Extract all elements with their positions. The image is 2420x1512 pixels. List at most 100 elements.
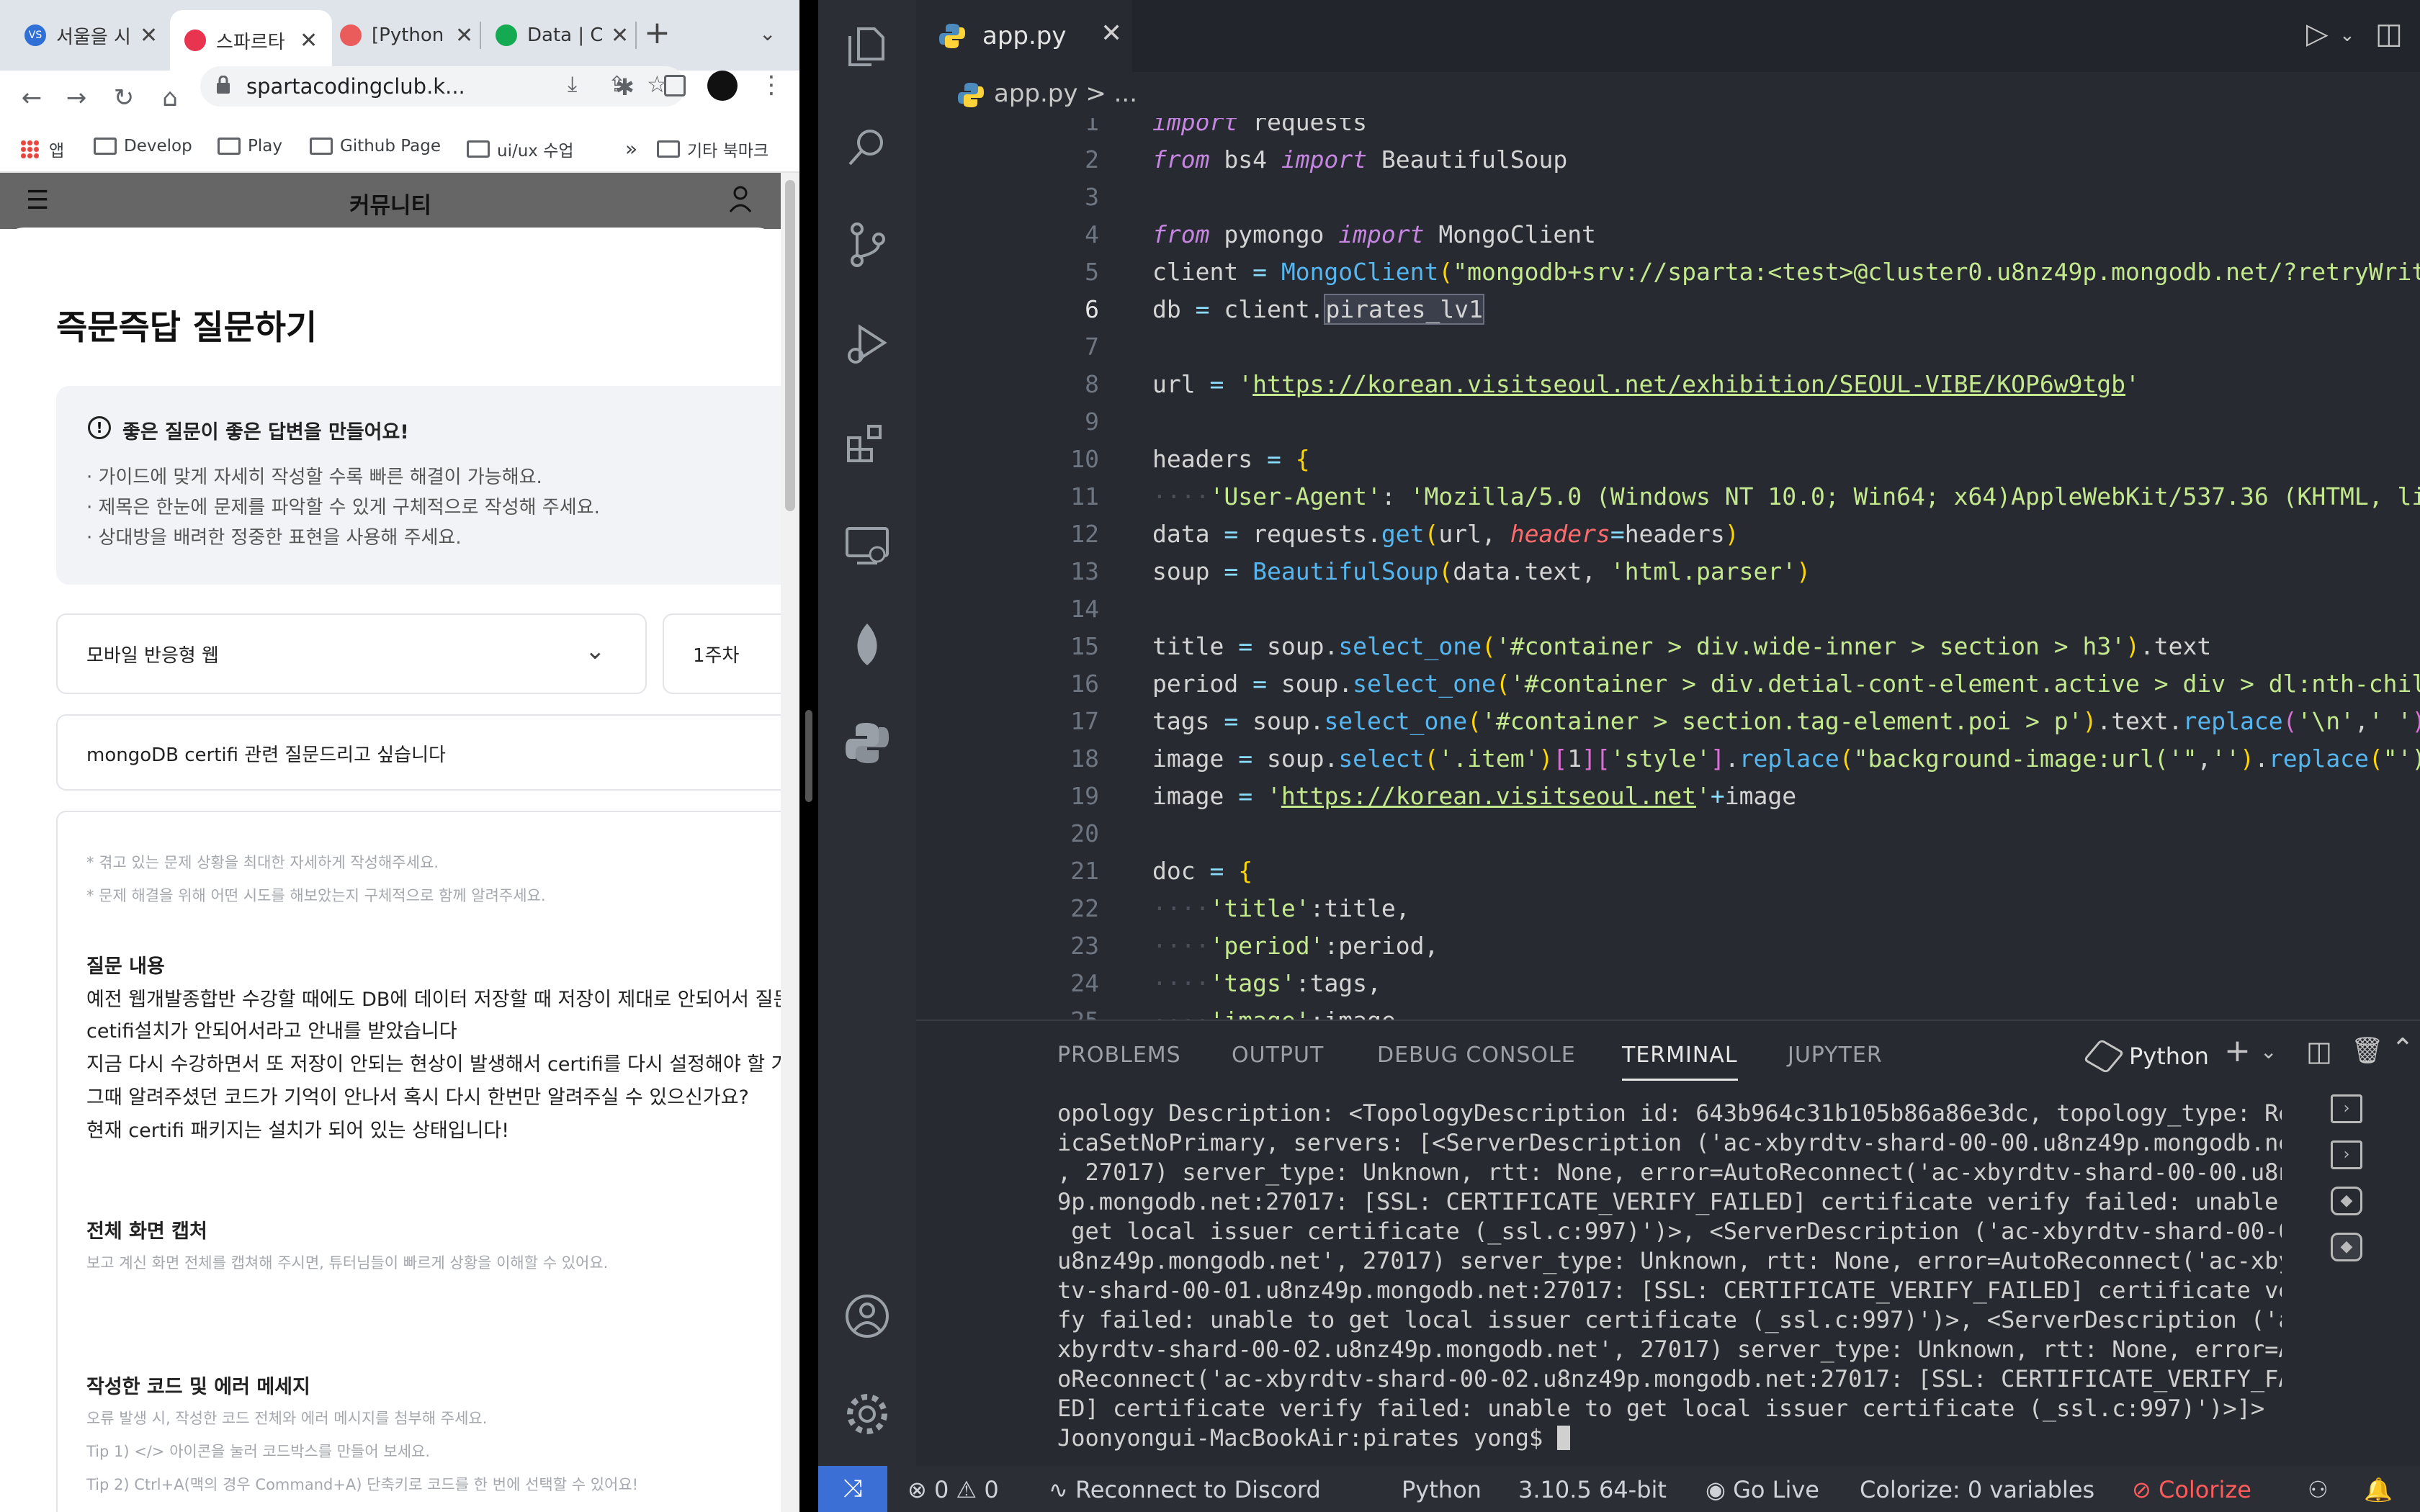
- colorize-variables[interactable]: Colorize: 0 variables: [1860, 1476, 2094, 1503]
- code-line[interactable]: 20: [916, 819, 2420, 857]
- code-line[interactable]: 24 ····'tags':tags,: [916, 969, 2420, 1007]
- code-line[interactable]: 1 import requests: [916, 118, 2420, 145]
- close-icon[interactable]: ✕: [1101, 19, 1122, 48]
- accounts-icon[interactable]: [843, 1292, 892, 1341]
- terminal-dropdown-chevron-icon[interactable]: ⌄: [2260, 1040, 2277, 1063]
- bookmark-folder-develop[interactable]: Develop: [94, 137, 192, 156]
- side-panel-icon[interactable]: [664, 75, 686, 96]
- code-line[interactable]: 3: [916, 183, 2420, 220]
- bookmark-folder-play[interactable]: Play: [218, 137, 282, 156]
- tab-problems[interactable]: PROBLEMS: [1057, 1043, 1181, 1068]
- question-body-editor[interactable]: * 겪고 있는 문제 상황을 최대한 자세하게 작성해주세요. * 문제 해결을…: [56, 811, 781, 1512]
- course-select[interactable]: 모바일 반응형 웹 ⌄: [56, 613, 647, 694]
- close-tab-icon[interactable]: ✕: [455, 23, 473, 48]
- code-line[interactable]: 12 data = requests.get(url, headers=heade…: [916, 520, 2420, 557]
- code-line[interactable]: 22 ····'title':title,: [916, 894, 2420, 932]
- terminal-instance-icon[interactable]: ›: [2331, 1094, 2362, 1123]
- maximize-panel-chevron-up-icon[interactable]: ⌃: [2391, 1032, 2414, 1064]
- explorer-files-icon[interactable]: [843, 22, 892, 71]
- trash-icon[interactable]: 🗑: [2351, 1035, 2384, 1066]
- terminal-prompt[interactable]: Joonyongui-MacBookAir:pirates yong$: [1057, 1423, 2282, 1453]
- back-arrow-icon[interactable]: ←: [14, 84, 49, 112]
- python-cube-icon[interactable]: ◆: [2331, 1187, 2362, 1215]
- colorize-toggle[interactable]: ⊘ Colorize: [2132, 1476, 2251, 1503]
- breadcrumb-path[interactable]: app.py > ...: [994, 79, 1137, 108]
- run-python-play-icon[interactable]: ▷: [2306, 17, 2329, 50]
- discord-status[interactable]: ∿ Reconnect to Discord: [1049, 1476, 1321, 1503]
- run-debug-icon[interactable]: [843, 320, 892, 369]
- browser-tab-visitseoul[interactable]: VS 서울을 시 ✕: [10, 10, 172, 60]
- terminal-output[interactable]: opology Description: <TopologyDescriptio…: [1057, 1099, 2282, 1459]
- week-select[interactable]: 1주차: [663, 613, 781, 694]
- chrome-menu-icon[interactable]: ⋮: [759, 71, 784, 99]
- remote-explorer-icon[interactable]: [843, 521, 892, 570]
- new-terminal-plus-icon[interactable]: +: [2224, 1032, 2251, 1069]
- code-line[interactable]: 16 period = soup.select_one('#container >…: [916, 670, 2420, 707]
- browser-tab-python[interactable]: [Python ✕: [326, 10, 488, 60]
- code-line[interactable]: 19 image = 'https://korean.visitseoul.net…: [916, 782, 2420, 819]
- user-profile-icon[interactable]: [727, 184, 753, 213]
- forward-arrow-icon[interactable]: →: [59, 84, 94, 112]
- code-line[interactable]: 14: [916, 595, 2420, 632]
- tab-debug-console[interactable]: DEBUG CONSOLE: [1377, 1043, 1576, 1068]
- code-line[interactable]: 8 url = 'https://korean.visitseoul.net/ex…: [916, 370, 2420, 408]
- code-line[interactable]: 13 soup = BeautifulSoup(data.text, 'html.…: [916, 557, 2420, 595]
- mongodb-leaf-icon[interactable]: [843, 621, 892, 670]
- install-icon[interactable]: ⤓: [568, 72, 577, 97]
- code-line[interactable]: 10 headers = {: [916, 445, 2420, 482]
- scrollbar-thumb[interactable]: [785, 180, 795, 511]
- reload-icon[interactable]: ↻: [107, 84, 141, 112]
- source-control-icon[interactable]: [843, 220, 892, 269]
- extensions-puzzle-icon[interactable]: ✱: [615, 73, 635, 101]
- split-grip[interactable]: [805, 710, 812, 802]
- code-line[interactable]: 21 doc = {: [916, 857, 2420, 894]
- close-tab-icon[interactable]: ✕: [140, 23, 158, 48]
- browser-tab-sparta[interactable]: 스파르타 ✕: [170, 10, 333, 71]
- tab-output[interactable]: OUTPUT: [1232, 1043, 1324, 1068]
- feedback-icon[interactable]: ⚇: [2308, 1476, 2329, 1503]
- bookmarks-overflow-button[interactable]: »: [625, 137, 637, 161]
- notifications-bell-icon[interactable]: 🔔: [2364, 1476, 2393, 1503]
- split-editor-icon[interactable]: ◫: [2375, 17, 2403, 50]
- code-line[interactable]: 6 db = client.pirates_lv1: [916, 294, 2420, 333]
- bookmark-folder-uiux[interactable]: ui/ux 수업: [467, 137, 574, 161]
- code-line[interactable]: 2 from bs4 import BeautifulSoup: [916, 145, 2420, 183]
- settings-gear-icon[interactable]: [843, 1390, 892, 1439]
- code-line[interactable]: 25 ····'image':image: [916, 1007, 2420, 1020]
- search-icon[interactable]: [843, 122, 892, 171]
- problems-status[interactable]: ⊗ 0 ⚠ 0: [908, 1476, 999, 1503]
- code-line[interactable]: 7: [916, 333, 2420, 370]
- address-bar[interactable]: spartacodingclub.k... ⤓ ⇪ ☆: [200, 66, 686, 107]
- close-tab-icon[interactable]: ✕: [300, 28, 318, 53]
- browser-tab-mongodb[interactable]: Data | C ✕: [481, 10, 643, 60]
- bookmark-folder-github[interactable]: Github Page: [310, 137, 441, 156]
- question-title-input[interactable]: mongoDB certifi 관련 질문드리고 싶습니다: [56, 714, 781, 791]
- code-line[interactable]: 5 client = MongoClient("mongodb+srv://spa…: [916, 258, 2420, 295]
- close-tab-icon[interactable]: ✕: [611, 23, 629, 48]
- code-line[interactable]: 23 ····'period':period,: [916, 932, 2420, 969]
- extensions-icon[interactable]: [843, 420, 892, 469]
- code-line[interactable]: 4 from pymongo import MongoClient: [916, 220, 2420, 258]
- split-terminal-icon[interactable]: ◫: [2306, 1035, 2332, 1067]
- tab-jupyter[interactable]: JUPYTER: [1788, 1043, 1883, 1068]
- new-tab-button[interactable]: +: [644, 14, 671, 51]
- home-icon[interactable]: ⌂: [153, 84, 187, 112]
- profile-avatar[interactable]: [707, 71, 738, 101]
- bookmark-apps[interactable]: 앱: [20, 137, 64, 161]
- go-live-button[interactable]: ◉ Go Live: [1706, 1476, 1819, 1503]
- code-editor[interactable]: 1 import requests 2 from bs4 import Beautif…: [916, 118, 2420, 1020]
- editor-tab-app-py[interactable]: app.py ✕: [916, 0, 1132, 72]
- code-line[interactable]: 9: [916, 408, 2420, 445]
- python-interpreter[interactable]: 3.10.5 64-bit: [1518, 1476, 1667, 1503]
- code-line[interactable]: 17 tags = soup.select_one('#container > s…: [916, 707, 2420, 744]
- python-cube-icon[interactable]: ◆: [2331, 1233, 2362, 1261]
- page-scrollbar[interactable]: [781, 173, 799, 1512]
- tab-search-chevron-icon[interactable]: ⌄: [759, 22, 776, 45]
- window-split-divider[interactable]: [799, 0, 818, 1512]
- python-extension-icon[interactable]: [843, 719, 892, 768]
- code-line[interactable]: 11 ····'User-Agent': 'Mozilla/5.0 (Window…: [916, 482, 2420, 520]
- remote-indicator-icon[interactable]: ⤨: [818, 1466, 887, 1512]
- tab-terminal[interactable]: TERMINAL: [1622, 1043, 1738, 1081]
- other-bookmarks[interactable]: 기타 북마크: [657, 137, 768, 161]
- language-mode[interactable]: Python: [1402, 1476, 1482, 1503]
